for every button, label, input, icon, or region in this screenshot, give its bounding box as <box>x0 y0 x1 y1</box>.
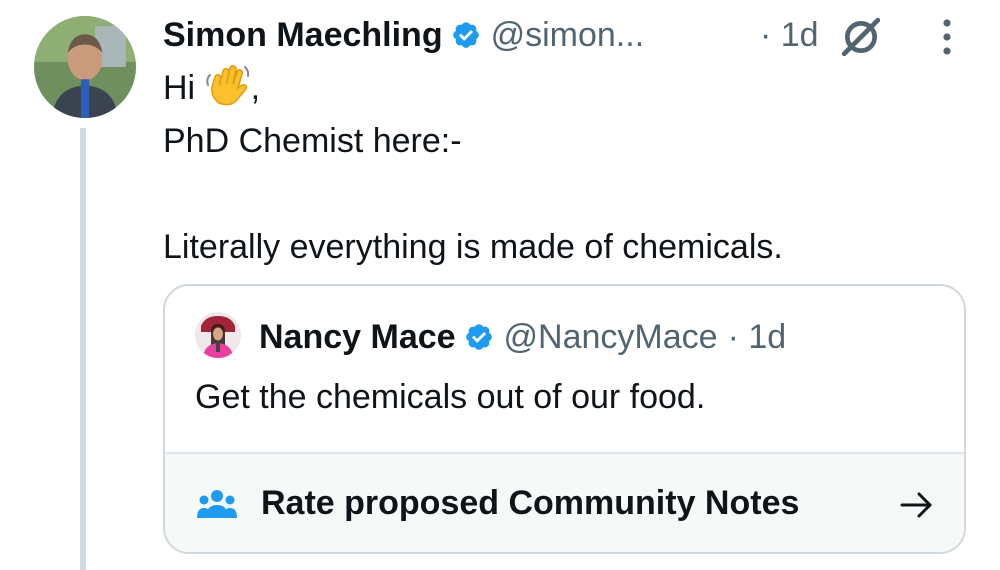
tweet-line-3: Literally everything is made of chemical… <box>163 228 783 266</box>
author-display-name[interactable]: Simon Maechling <box>163 16 443 55</box>
author-avatar[interactable] <box>34 16 136 118</box>
author-handle[interactable]: @simon... <box>491 16 645 55</box>
tweet-timestamp[interactable]: · 1d <box>760 10 819 60</box>
tweet-body: Hi , PhD Chemist here:- Literally everyt… <box>163 62 963 274</box>
author-avatar-image <box>34 16 136 118</box>
more-options-icon[interactable] <box>932 14 962 60</box>
tweet-line-2: PhD Chemist here:- <box>163 122 462 160</box>
grok-icon[interactable] <box>840 16 882 58</box>
tweet-header: Simon Maechling @simon... <box>163 10 644 60</box>
verified-badge-icon <box>451 20 481 50</box>
greeting-comma: , <box>250 69 261 107</box>
quoted-tweet-text: Get the chemicals out of our food. <box>195 378 706 416</box>
tweet-line-1: Hi , <box>163 62 963 115</box>
greeting-text: Hi <box>163 69 196 107</box>
quoted-tweet-card[interactable]: Nancy Mace @NancyMace · 1d Get the chemi… <box>163 284 966 554</box>
quoted-tweet-timestamp[interactable]: · 1d <box>728 318 787 357</box>
community-notes-rate-button[interactable]: Rate proposed Community Notes <box>165 452 964 552</box>
people-icon <box>197 490 237 518</box>
quoted-author-display-name[interactable]: Nancy Mace <box>259 318 456 357</box>
quoted-tweet-header: Nancy Mace @NancyMace · 1d <box>259 312 786 362</box>
quoted-author-avatar[interactable] <box>195 312 241 358</box>
quoted-verified-badge-icon <box>464 322 494 352</box>
thread-connector-line <box>80 128 86 570</box>
community-notes-label: Rate proposed Community Notes <box>261 484 800 522</box>
right-arrow-icon <box>900 492 932 518</box>
waving-hand-emoji-icon <box>205 63 251 107</box>
quoted-author-handle[interactable]: @NancyMace <box>504 318 718 357</box>
